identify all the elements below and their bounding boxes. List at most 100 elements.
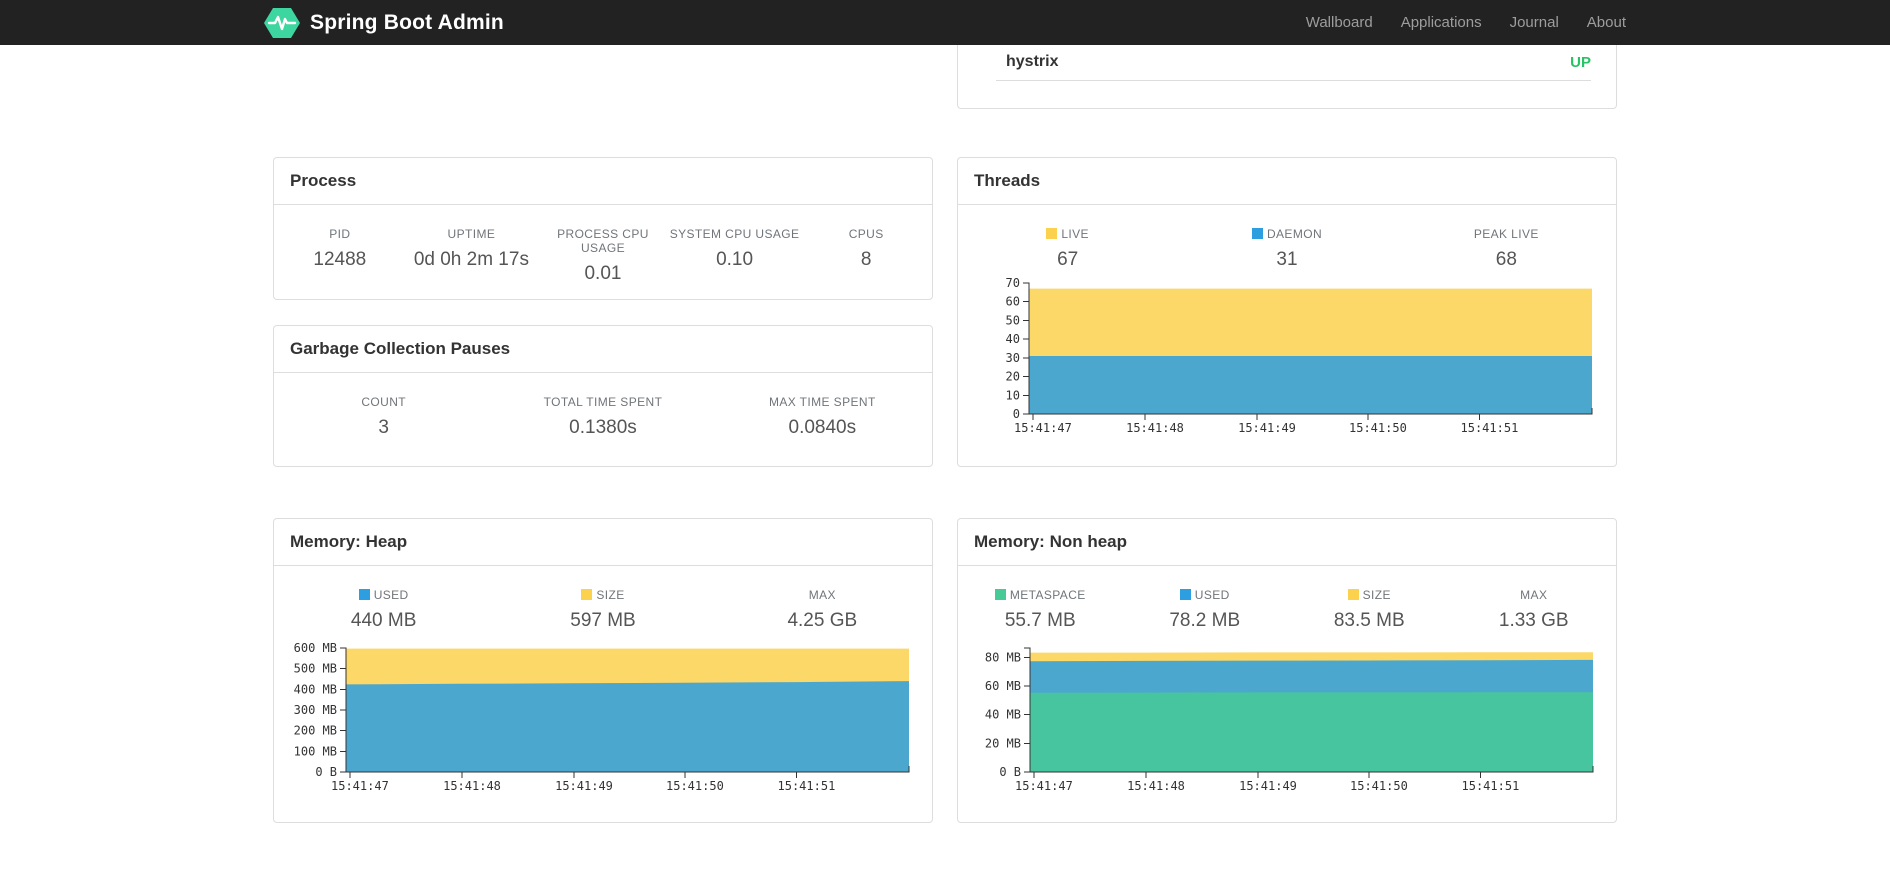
nonheap-stats: METASPACE 55.7 MB USED 78.2 MB SIZE 83.5 MB MA… [958,588,1616,632]
stat-value-count: 3 [378,417,389,438]
stat-total-time-spent: TOTAL TIME SPENT 0.1380s [493,395,712,439]
axis-tick-label: 600 MB [294,641,337,655]
stat-value-max: 1.33 GB [1498,610,1569,631]
memory-nonheap-panel: Memory: Non heap METASPACE 55.7 MB USED 78.… [957,518,1617,823]
nav-item-applications[interactable]: Applications [1387,0,1496,45]
process-stats: PID 12488 UPTIME 0d 0h 2m 17s PROCESS CPU US… [274,227,932,285]
axis-tick-label: 15:41:47 [1014,421,1072,435]
stat-count: COUNT 3 [274,395,493,439]
stat-label-cpus: CPUS [848,227,884,241]
heap-stats: USED 440 MB SIZE 597 MB MAX 4.25 GB [274,588,932,632]
axis-tick-label: 15:41:47 [331,779,389,793]
stat-label-used: USED [274,588,493,602]
gc-panel-title: Garbage Collection Pauses [290,339,511,358]
axis-tick-label: 50 [1006,313,1020,327]
axis-tick-label: 20 MB [985,736,1021,750]
legend-swatch-icon [581,589,593,600]
axis-tick-label: 15:41:47 [1015,779,1073,793]
threads-area-daemon [1029,356,1592,414]
stat-value-max-time-spent: 0.0840s [788,417,857,438]
legend-swatch-icon [1179,589,1191,600]
axis-tick-label: 15:41:48 [1127,779,1185,793]
legend-swatch-icon [1046,228,1058,239]
threads-panel: Threads LIVE 67 DAEMON 31 PEAK LIVE 68 0 10 20 3… [957,157,1617,467]
axis-tick-label: 15:41:48 [1126,421,1184,435]
stat-value-metaspace: 55.7 MB [1004,610,1076,631]
stat-value-total-time-spent: 0.1380s [569,417,637,438]
process-panel-title: Process [290,171,357,190]
axis-tick-label: 0 B [315,765,337,779]
gc-panel-heading: Garbage Collection Pauses [274,326,932,373]
stat-value-size: 83.5 MB [1333,610,1405,631]
threads-area-live [1029,288,1592,414]
stat-peak-live: PEAK LIVE 68 [1397,227,1616,271]
stat-label-uptime: UPTIME [447,227,496,241]
stat-value-peak-live: 68 [1495,249,1517,270]
heap-area-used [346,681,909,772]
stat-label-size: SIZE [493,588,712,602]
brand-link[interactable]: Spring Boot Admin [264,7,504,39]
axis-tick-label: 15:41:50 [1349,421,1407,435]
stat-label-total-time-spent: TOTAL TIME SPENT [543,395,663,409]
axis-tick-label: 15:41:49 [1238,421,1296,435]
memory-heap-panel: Memory: Heap USED 440 MB SIZE 597 MB MAX 4.25… [273,518,933,823]
nav-item-wallboard[interactable]: Wallboard [1292,0,1387,45]
nav-item-about[interactable]: About [1573,0,1626,45]
legend-swatch-icon [994,589,1006,600]
axis-tick-label: 40 [1006,332,1020,346]
axis-tick-label: 15:41:49 [555,779,613,793]
stat-value-uptime: 0d 0h 2m 17s [413,249,529,270]
gc-pauses-panel: Garbage Collection Pauses COUNT 3 TOTAL TI… [273,325,933,467]
stat-value-used: 78.2 MB [1169,610,1241,631]
stat-max: MAX 1.33 GB [1452,588,1617,632]
stat-value-live: 67 [1057,249,1079,270]
nonheap-area-size [1030,652,1593,772]
spring-boot-admin-logo-icon [264,7,300,38]
top-navbar: Spring Boot Admin Wallboard Applications J… [0,0,1890,45]
stat-label-size: SIZE [1287,588,1452,602]
axis-tick-label: 15:41:51 [778,779,836,793]
legend-swatch-icon [1347,589,1359,600]
axis-tick-label: 80 MB [985,650,1021,664]
stat-value-used: 440 MB [350,610,417,631]
axis-tick-label: 10 [1006,388,1020,402]
stat-value-max: 4.25 GB [787,610,858,631]
stat-label-count: COUNT [361,395,406,409]
axis-tick-label: 60 [1006,295,1020,309]
stat-value-system-cpu-usage: 0.10 [716,249,754,270]
stat-label-max: MAX [808,588,836,602]
axis-tick-label: 100 MB [294,744,337,758]
axis-tick-label: 20 [1006,370,1020,384]
stat-label-peak-live: PEAK LIVE [1473,227,1539,241]
threads-panel-title: Threads [974,171,1041,190]
stat-daemon: DAEMON 31 [1177,227,1396,271]
stat-size: SIZE 83.5 MB [1287,588,1452,632]
process-panel: Process PID 12488 UPTIME 0d 0h 2m 17s PROCES… [273,157,933,300]
stat-label-max-time-spent: MAX TIME SPENT [768,395,876,409]
stat-process-cpu-usage: PROCESS CPU USAGE 0.01 [537,227,669,285]
stat-label-max: MAX [1520,588,1548,602]
axis-tick-label: 15:41:51 [1461,421,1519,435]
stat-live: LIVE 67 [958,227,1177,271]
navbar-inner: Spring Boot Admin Wallboard Applications J… [264,0,1626,45]
stat-label-daemon: DAEMON [1177,227,1396,241]
stat-max: MAX 4.25 GB [713,588,932,632]
legend-swatch-icon [358,589,370,600]
application-name-link[interactable]: hystrix [1006,53,1058,71]
stat-system-cpu-usage: SYSTEM CPU USAGE 0.10 [669,227,801,285]
nonheap-panel-title: Memory: Non heap [974,532,1128,551]
axis-tick-label: 40 MB [985,708,1021,722]
nav-item-journal[interactable]: Journal [1496,0,1573,45]
axis-tick-label: 15:41:50 [1350,779,1408,793]
stat-label-live: LIVE [958,227,1177,241]
nonheap-area-metaspace [1030,692,1593,772]
axis-tick-label: 30 [1006,351,1020,365]
heap-area-size [346,648,909,772]
axis-tick-label: 400 MB [294,682,337,696]
axis-tick-label: 300 MB [294,703,337,717]
main-content: Process PID 12488 UPTIME 0d 0h 2m 17s PROCES… [273,25,1617,823]
axis-tick-label: 15:41:50 [666,779,724,793]
stat-used: USED 78.2 MB [1123,588,1288,632]
axis-tick-label: 0 B [999,765,1021,779]
stat-value-size: 597 MB [570,610,636,631]
